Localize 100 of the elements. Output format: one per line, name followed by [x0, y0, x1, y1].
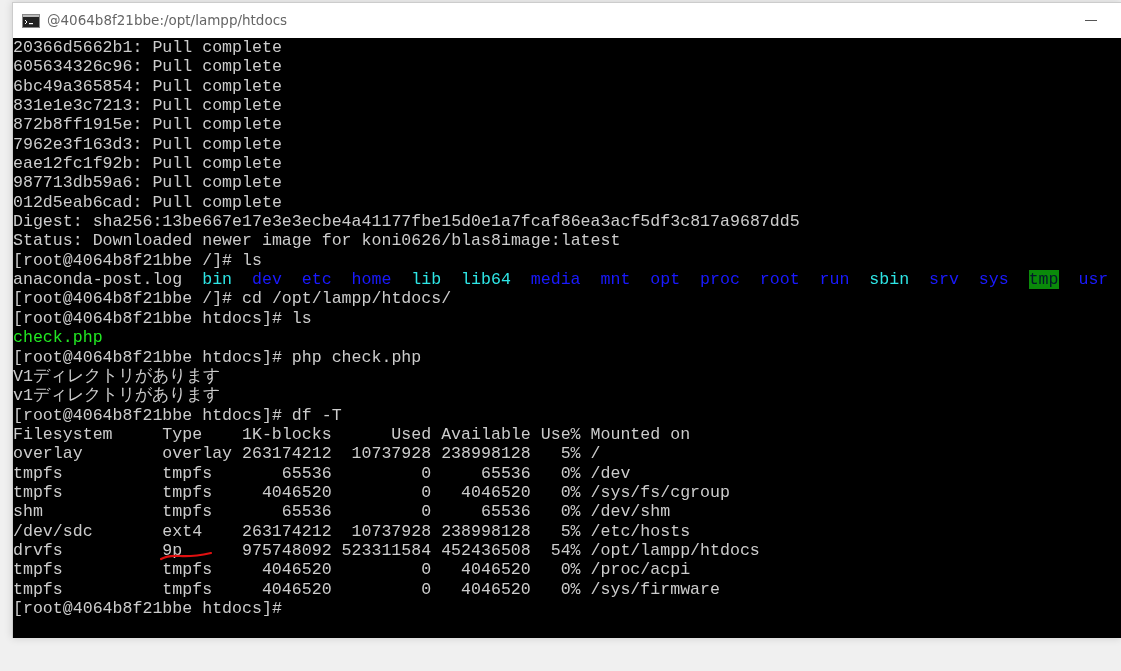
table-cell: 0% — [560, 560, 581, 580]
table-cell: 0 — [421, 502, 432, 522]
column-header: Available — [441, 424, 531, 445]
column-header: 1K-blocks — [242, 424, 332, 445]
table-cell: tmpfs — [13, 463, 63, 483]
table-cell: 5% — [560, 444, 581, 464]
terminal-line: 872b8ff1915e: Pull complete — [13, 115, 282, 135]
table-cell: overlay — [162, 444, 233, 464]
directory-name: etc — [301, 270, 332, 290]
table-cell: tmpfs — [162, 502, 213, 522]
table-cell: 5% — [560, 521, 581, 541]
table-cell: 0 — [421, 560, 432, 580]
table-cell: overlay — [13, 444, 83, 464]
table-cell: tmpfs — [162, 482, 213, 503]
table-cell: ext4 — [162, 521, 203, 541]
directory-name: dev — [252, 270, 282, 290]
terminal-line: [root@4064b8f21bbe htdocs]# df -T — [13, 405, 342, 425]
table-cell: 4046520 — [461, 579, 531, 599]
terminal-line: V1ディレクトリがあります — [13, 366, 220, 387]
directory-name: opt — [650, 270, 681, 290]
file-name: anaconda-post.log — [13, 270, 183, 290]
table-cell: 4046520 — [461, 482, 531, 503]
table-cell: /sys/fs/cgroup — [590, 482, 730, 503]
directory-name: tmp — [1028, 270, 1059, 290]
table-cell: 9p — [162, 540, 183, 560]
minimize-icon[interactable] — [1085, 19, 1097, 22]
table-cell: /opt/lampp/htdocs — [590, 540, 760, 561]
table-cell: 975748092 — [242, 540, 332, 561]
column-header: Used — [391, 424, 432, 445]
column-header: Type — [162, 424, 203, 445]
table-cell: 0% — [560, 463, 581, 483]
directory-name: mnt — [600, 270, 631, 290]
table-cell: 523311584 — [341, 540, 432, 561]
terminal-line: v1ディレクトリがあります — [13, 386, 220, 406]
directory-name: home — [351, 270, 392, 290]
table-cell: 263174212 — [242, 521, 332, 541]
directory-name: root — [759, 270, 800, 290]
terminal-line: 20366d5662b1: Pull complete — [13, 38, 282, 58]
terminal-line: [root@4064b8f21bbe /]# ls — [13, 250, 262, 271]
directory-name: srv — [929, 270, 959, 290]
directory-name: sys — [978, 270, 1009, 290]
column-header: Filesystem — [13, 424, 113, 445]
column-header: Mounted on — [590, 424, 691, 445]
link-name: lib — [411, 270, 442, 290]
terminal-line: Digest: sha256:13be667e17e3e3ecbe4a41177fbe15d0e1a7fcaf86ea3acf5df3c817a9687dd5 — [13, 212, 800, 232]
directory-name: media — [530, 270, 581, 290]
table-cell: /dev/sdc — [13, 521, 93, 541]
column-header: Use% — [540, 424, 581, 445]
table-cell: tmpfs — [162, 579, 213, 599]
terminal-line: 605634326c96: Pull complete — [13, 57, 282, 77]
table-cell: / — [590, 444, 601, 464]
table-cell: /dev — [590, 463, 631, 483]
table-cell: 65536 — [281, 463, 332, 483]
terminal-line: 012d5eab6cad: Pull complete — [13, 192, 282, 213]
table-cell: 65536 — [281, 502, 332, 522]
window-title: @4064b8f21bbe:/opt/lampp/htdocs — [47, 11, 288, 31]
table-cell: tmpfs — [13, 560, 63, 580]
terminal-line: 7962e3f163d3: Pull complete — [13, 134, 282, 155]
table-cell: 4046520 — [261, 579, 332, 599]
terminal-line: 6bc49a365854: Pull complete — [13, 76, 282, 97]
table-cell: tmpfs — [13, 482, 63, 503]
directory-name: proc — [700, 270, 740, 290]
table-cell: 4046520 — [461, 560, 531, 580]
table-cell: 0 — [421, 463, 432, 483]
table-cell: shm — [13, 502, 43, 522]
link-name: sbin — [869, 270, 910, 290]
table-cell: 10737928 — [351, 521, 432, 541]
terminal-line: 831e1e3c7213: Pull complete — [13, 96, 282, 116]
table-cell: 54% — [550, 540, 581, 561]
table-cell: 0% — [560, 502, 581, 522]
executable-name: check.php — [13, 328, 103, 348]
table-cell: 65536 — [481, 463, 531, 483]
table-cell: 452436508 — [441, 540, 531, 561]
table-cell: tmpfs — [13, 579, 63, 599]
table-cell: 10737928 — [351, 444, 432, 464]
table-cell: tmpfs — [162, 560, 213, 580]
table-cell: 263174212 — [242, 444, 332, 464]
table-cell: 0 — [421, 482, 432, 503]
table-cell: /etc/hosts — [590, 521, 691, 541]
terminal-line: [root@4064b8f21bbe htdocs]# ls — [13, 308, 312, 329]
table-cell: /dev/shm — [590, 502, 671, 522]
table-cell: /sys/firmware — [590, 579, 720, 599]
link-name: bin — [202, 270, 233, 290]
link-name: lib64 — [461, 270, 511, 290]
table-cell: 238998128 — [441, 444, 531, 464]
table-cell: tmpfs — [162, 463, 213, 483]
table-cell: 0% — [560, 482, 581, 503]
terminal-icon — [22, 13, 40, 28]
table-cell: /proc/acpi — [590, 560, 691, 580]
terminal-line: [root@4064b8f21bbe htdocs]# — [13, 598, 282, 619]
table-cell: drvfs — [13, 540, 63, 561]
terminal-line: eae12fc1f92b: Pull complete — [13, 154, 282, 174]
table-cell: 0 — [421, 579, 432, 599]
table-cell: 4046520 — [261, 560, 332, 580]
directory-name: usr — [1078, 270, 1109, 290]
table-cell: 4046520 — [261, 482, 332, 503]
table-cell: 65536 — [481, 502, 531, 522]
terminal-line: 987713db59a6: Pull complete — [13, 173, 282, 193]
directory-name: run — [819, 270, 850, 290]
terminal-line: [root@4064b8f21bbe /]# cd /opt/lampp/htdocs/ — [13, 289, 452, 309]
